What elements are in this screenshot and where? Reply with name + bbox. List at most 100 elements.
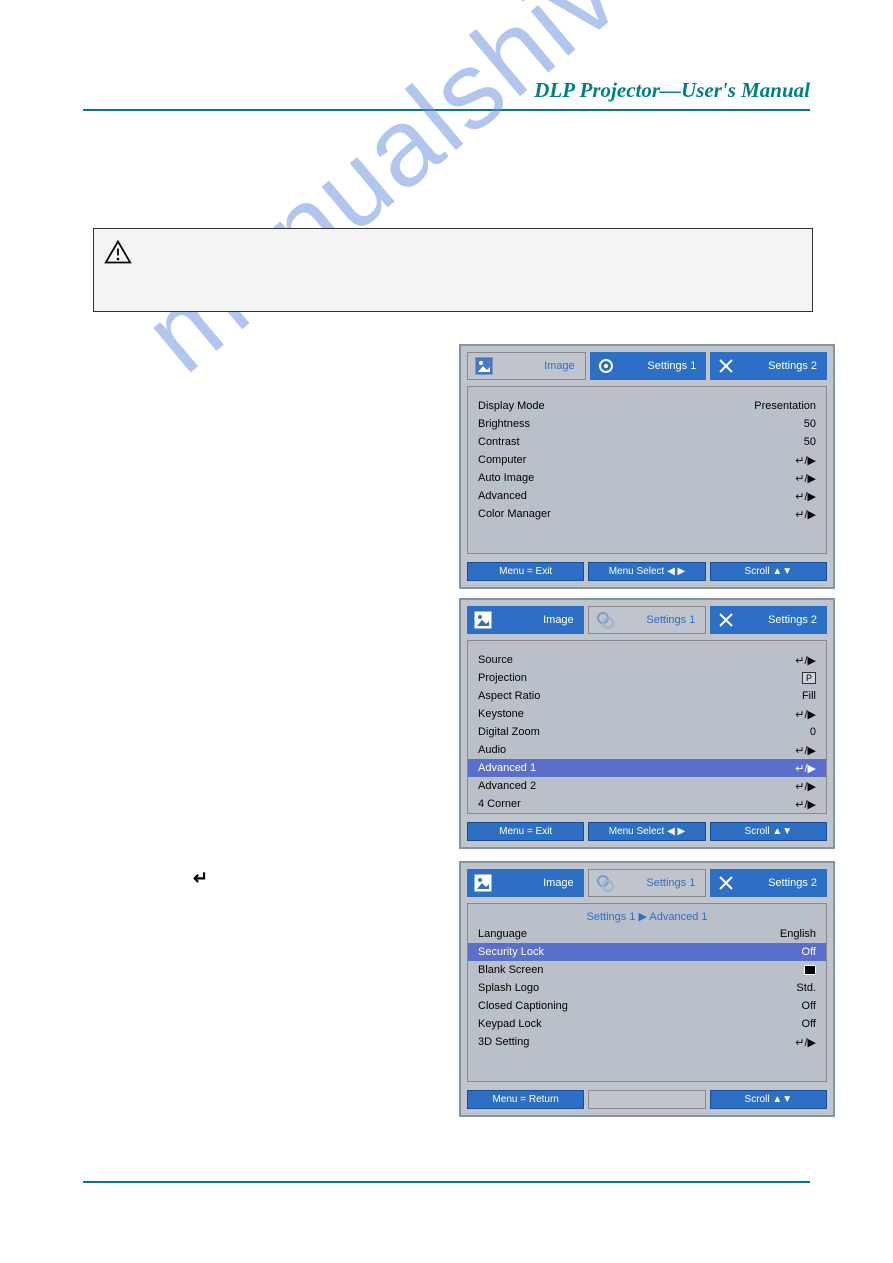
image-icon — [473, 873, 493, 893]
row-label: Contrast — [478, 436, 520, 448]
row-label: Keypad Lock — [478, 1018, 542, 1030]
row-value: 50 — [804, 418, 816, 430]
menu-row[interactable]: Computer↵/▶ — [468, 451, 826, 469]
menu-row[interactable]: Advanced 2 ↵/▶ — [468, 777, 826, 795]
osd-footer: Menu = Exit Menu Select ◀ ▶ Scroll ▲▼ — [461, 818, 833, 847]
row-label: Language — [478, 928, 527, 940]
menu-row[interactable]: 3D Setting↵/▶ — [468, 1033, 826, 1051]
row-value: 50 — [804, 436, 816, 448]
row-label: Digital Zoom — [478, 726, 540, 738]
row-value-blackbox — [804, 965, 816, 975]
osd-tab-bar: Image Settings 1 Settings 2 — [461, 600, 833, 640]
menu-row-selected[interactable]: Security Lock Off — [468, 943, 826, 961]
menu-select-button[interactable]: Menu Select ◀ ▶ — [588, 822, 705, 841]
gear-icon — [596, 356, 616, 376]
header-rule — [83, 109, 810, 111]
osd-menu-settings1: Image Settings 1 Settings 2 Source ↵/▶ Pr… — [459, 598, 835, 849]
menu-return-button[interactable]: Menu = Return — [467, 1090, 584, 1109]
row-label: Source — [478, 654, 513, 666]
warning-icon — [104, 239, 132, 265]
menu-row[interactable]: Advanced↵/▶ — [468, 487, 826, 505]
tab-label: Image — [500, 360, 579, 372]
row-label: Projection — [478, 672, 527, 684]
menu-row[interactable]: Keypad Lock Off — [468, 1015, 826, 1033]
menu-row[interactable]: ProjectionP — [468, 669, 826, 687]
gear-icon — [595, 873, 615, 893]
osd-footer: Menu = Exit Menu Select ◀ ▶ Scroll ▲▼ — [461, 558, 833, 587]
tab-image[interactable]: Image — [467, 352, 586, 380]
tab-image[interactable]: Image — [467, 606, 584, 634]
tab-settings1[interactable]: Settings 1 — [590, 352, 707, 380]
footer-rule — [83, 1181, 810, 1183]
footer-spacer — [588, 1090, 705, 1109]
breadcrumb: Settings 1 ▶ Advanced 1 — [468, 904, 826, 925]
menu-row[interactable]: Aspect RatioFill — [468, 687, 826, 705]
scroll-button[interactable]: Scroll ▲▼ — [710, 822, 827, 841]
tab-label: Image — [499, 877, 578, 889]
scroll-button[interactable]: Scroll ▲▼ — [710, 1090, 827, 1109]
row-label: Color Manager — [478, 508, 551, 520]
menu-row[interactable]: LanguageEnglish — [468, 925, 826, 943]
row-value: ↵/▶ — [795, 780, 816, 793]
menu-row[interactable]: Brightness 50 — [468, 415, 826, 433]
page-header: DLP Projector—User's Manual — [83, 78, 810, 111]
menu-row[interactable]: Closed CaptioningOff — [468, 997, 826, 1015]
row-value: Off — [802, 1018, 816, 1030]
menu-row-selected[interactable]: Advanced 1 ↵/▶ — [468, 759, 826, 777]
row-label: Advanced 2 — [478, 780, 536, 792]
row-value: ↵/▶ — [795, 762, 816, 775]
menu-row[interactable]: Display ModePresentation — [468, 397, 826, 415]
menu-select-button[interactable]: Menu Select ◀ ▶ — [588, 562, 705, 581]
tools-icon — [716, 356, 736, 376]
row-value: Off — [802, 1000, 816, 1012]
header-title: DLP Projector—User's Manual — [83, 78, 810, 103]
tab-label: Image — [499, 614, 578, 626]
tab-settings1[interactable]: Settings 1 — [588, 606, 707, 634]
tab-settings1[interactable]: Settings 1 — [588, 869, 707, 897]
menu-row[interactable]: Digital Zoom 0 — [468, 723, 826, 741]
watermark: manualshive.com — [120, 0, 880, 397]
row-label: Blank Screen — [478, 964, 543, 976]
tools-icon — [716, 610, 736, 630]
menu-exit-button[interactable]: Menu = Exit — [467, 822, 584, 841]
menu-exit-button[interactable]: Menu = Exit — [467, 562, 584, 581]
tab-image[interactable]: Image — [467, 869, 584, 897]
menu-row[interactable]: Splash LogoStd. — [468, 979, 826, 997]
menu-row[interactable]: Auto Image↵/▶ — [468, 469, 826, 487]
tab-settings2[interactable]: Settings 2 — [710, 606, 827, 634]
osd-menu-advanced1: Image Settings 1 Settings 2 Settings 1 ▶… — [459, 861, 835, 1117]
row-label: Display Mode — [478, 400, 545, 412]
row-label: Computer — [478, 454, 526, 466]
row-label: Security Lock — [478, 946, 544, 958]
row-value: 0 — [810, 726, 816, 738]
menu-row[interactable]: Contrast 50 — [468, 433, 826, 451]
menu-row[interactable]: Audio↵/▶ — [468, 741, 826, 759]
image-icon — [473, 610, 493, 630]
menu-row[interactable]: Color Manager↵/▶ — [468, 505, 826, 523]
tab-label: Settings 1 — [622, 360, 701, 372]
menu-row[interactable]: Blank Screen — [468, 961, 826, 979]
tab-settings2[interactable]: Settings 2 — [710, 869, 827, 897]
row-label: Aspect Ratio — [478, 690, 540, 702]
menu-row[interactable]: 4 Corner↵/▶ — [468, 795, 826, 813]
row-value: Off — [802, 946, 816, 958]
row-label: Advanced — [478, 490, 527, 502]
osd-body: Display ModePresentation Brightness 50 Co… — [467, 386, 827, 554]
tab-label: Settings 2 — [742, 877, 821, 889]
row-value: Std. — [796, 982, 816, 994]
menu-row[interactable]: Keystone↵/▶ — [468, 705, 826, 723]
scroll-button[interactable]: Scroll ▲▼ — [710, 562, 827, 581]
row-label: Auto Image — [478, 472, 534, 484]
row-value: ↵/▶ — [795, 654, 816, 667]
row-value: ↵/▶ — [795, 708, 816, 721]
row-label: Audio — [478, 744, 506, 756]
row-label: Brightness — [478, 418, 530, 430]
menu-row[interactable]: Source ↵/▶ — [468, 651, 826, 669]
tab-label: Settings 1 — [621, 877, 700, 889]
row-label: 3D Setting — [478, 1036, 529, 1048]
caution-box — [93, 228, 813, 312]
tab-settings2[interactable]: Settings 2 — [710, 352, 827, 380]
osd-tab-bar: Image Settings 1 Settings 2 — [461, 346, 833, 386]
osd-body: Source ↵/▶ ProjectionP Aspect RatioFill K… — [467, 640, 827, 814]
row-label: Advanced 1 — [478, 762, 536, 774]
